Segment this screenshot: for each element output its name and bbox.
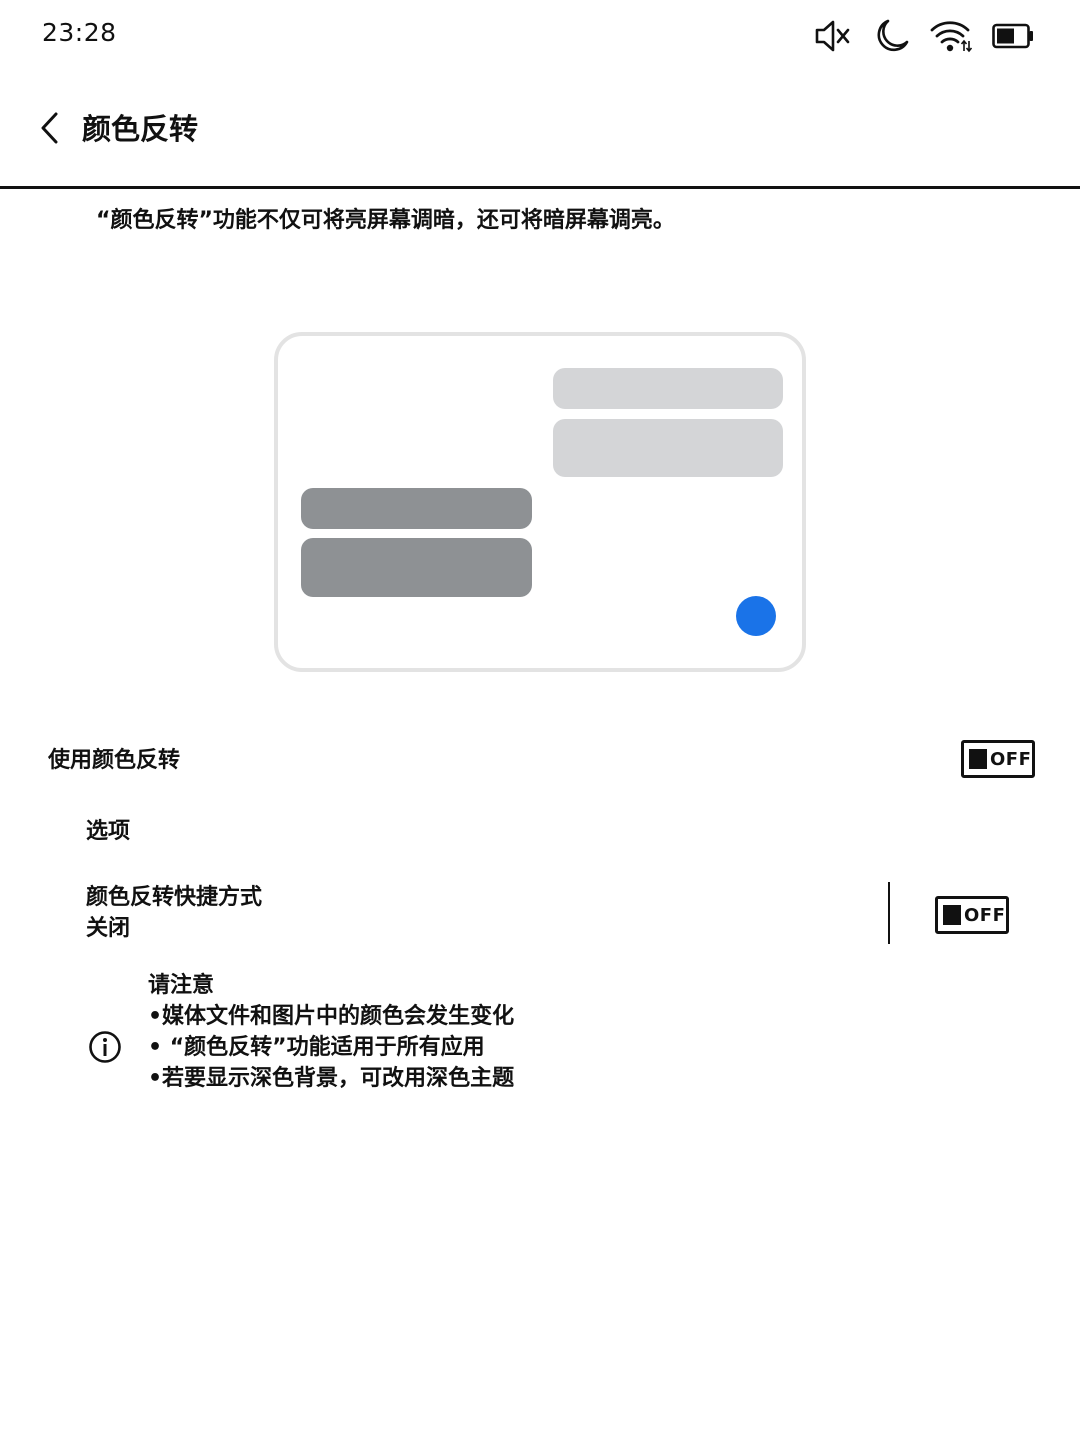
shortcut-row[interactable]: 颜色反转快捷方式 关闭 <box>86 882 866 946</box>
dark-bubble-1 <box>301 488 532 529</box>
toggle-state-label: OFF <box>990 748 1032 770</box>
notice-item: •若要显示深色背景，可改用深色主题 <box>148 1066 515 1091</box>
status-time: 23:28 <box>42 18 117 47</box>
toggle-knob <box>969 749 987 769</box>
info-icon <box>89 1031 121 1063</box>
dark-bubble-2 <box>301 538 532 597</box>
back-button[interactable] <box>28 102 72 154</box>
shortcut-summary: 关闭 <box>86 916 131 941</box>
use-inversion-toggle[interactable]: OFF <box>961 740 1035 778</box>
mute-icon <box>814 18 854 54</box>
wifi-icon <box>930 19 972 53</box>
shortcut-title: 颜色反转快捷方式 <box>86 885 263 910</box>
shortcut-toggle[interactable]: OFF <box>935 896 1009 934</box>
light-bubble-1 <box>553 368 783 409</box>
notice-title: 请注意 <box>148 973 215 998</box>
app-header: 颜色反转 <box>0 92 1080 164</box>
status-icons <box>814 14 1034 58</box>
vertical-separator <box>888 882 890 944</box>
notice-item: •媒体文件和图片中的颜色会发生变化 <box>148 1004 515 1029</box>
notice-item: • “颜色反转”功能适用于所有应用 <box>148 1035 485 1060</box>
inversion-illustration <box>274 332 806 672</box>
chevron-left-icon <box>41 112 58 144</box>
toggle-knob <box>943 905 961 925</box>
notice-block: 请注意 •媒体文件和图片中的颜色会发生变化 • “颜色反转”功能适用于所有应用 … <box>148 970 514 1094</box>
light-bubble-2 <box>553 419 783 477</box>
intro-text: “颜色反转”功能不仅可将亮屏幕调暗，还可将暗屏幕调亮。 <box>96 208 675 233</box>
accent-dot <box>736 596 776 636</box>
page-title: 颜色反转 <box>82 112 199 146</box>
use-inversion-label: 使用颜色反转 <box>48 748 181 773</box>
do-not-disturb-moon-icon <box>874 18 910 54</box>
header-divider <box>0 186 1080 189</box>
options-label[interactable]: 选项 <box>86 813 130 845</box>
battery-icon <box>992 23 1034 49</box>
toggle-state-label: OFF <box>964 904 1006 926</box>
